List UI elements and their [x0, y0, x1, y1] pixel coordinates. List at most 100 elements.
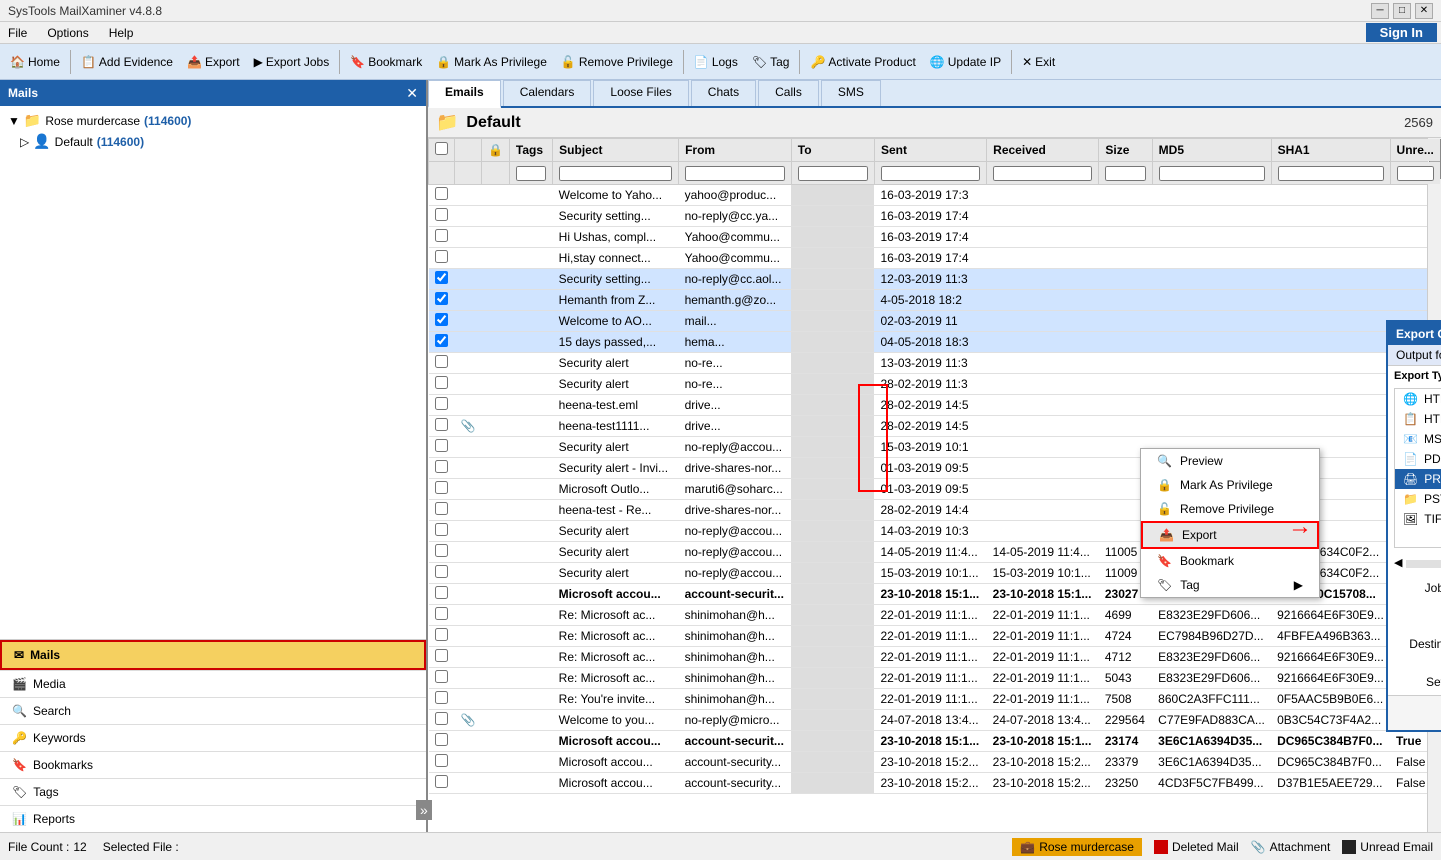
row-checkbox[interactable]	[435, 775, 448, 788]
filter-size[interactable]	[1105, 166, 1145, 181]
table-row[interactable]: Hemanth from Z... hemanth.g@zo... 4-05-2…	[429, 290, 1441, 311]
row-checkbox[interactable]	[435, 607, 448, 620]
export-type-html-reporter[interactable]: 📋 HTML Reporter	[1395, 409, 1441, 429]
row-checkbox[interactable]	[435, 208, 448, 221]
filter-sent[interactable]	[881, 166, 980, 181]
close-button[interactable]: ✕	[1415, 3, 1433, 19]
filter-unread[interactable]	[1397, 166, 1434, 181]
row-checkbox[interactable]	[435, 439, 448, 452]
row-check[interactable]	[429, 626, 455, 647]
table-row[interactable]: Microsoft accou... account-security... 2…	[429, 752, 1441, 773]
table-row[interactable]: Security alert no-re... 13-03-2019 11:3	[429, 353, 1441, 374]
sidebar-item-bookmarks[interactable]: 🔖 Bookmarks	[0, 751, 426, 778]
row-checkbox[interactable]	[435, 292, 448, 305]
header-md5[interactable]: MD5	[1152, 139, 1271, 162]
toolbar-activate[interactable]: 🔑Activate Product	[804, 52, 921, 72]
toolbar-remove-privilege[interactable]: 🔓Remove Privilege	[555, 52, 679, 72]
sidebar-item-media[interactable]: 🎬 Media	[0, 670, 426, 697]
header-from[interactable]: From	[679, 139, 792, 162]
tree-item-default[interactable]: ▷ 👤 Default (114600)	[0, 131, 426, 152]
row-checkbox[interactable]	[435, 670, 448, 683]
context-bookmark[interactable]: 🔖 Bookmark	[1141, 549, 1319, 573]
row-checkbox[interactable]	[435, 712, 448, 725]
table-row[interactable]: Microsoft accou... account-securit... 23…	[429, 731, 1441, 752]
row-checkbox[interactable]	[435, 628, 448, 641]
header-check[interactable]	[429, 139, 455, 162]
toolbar-tag[interactable]: 🏷Tag	[746, 52, 796, 72]
table-row[interactable]: Welcome to AO... mail... 02-03-2019 11	[429, 311, 1441, 332]
table-row[interactable]: Re: Microsoft ac... shinimohan@h... 22-0…	[429, 668, 1441, 689]
row-checkbox[interactable]	[435, 355, 448, 368]
export-type-pdf[interactable]: 📄 PDF	[1395, 449, 1441, 469]
toolbar-exit[interactable]: ✕Exit	[1016, 52, 1061, 72]
filter-tags[interactable]	[516, 166, 546, 181]
row-check[interactable]	[429, 500, 455, 521]
filter-md5[interactable]	[1159, 166, 1265, 181]
table-row[interactable]: Hi Ushas, compl... Yahoo@commu... 16-03-…	[429, 227, 1441, 248]
email-table-container[interactable]: 🔒 Tags Subject From To Sent Received Siz…	[428, 138, 1441, 832]
row-check[interactable]	[429, 479, 455, 500]
filter-received[interactable]	[993, 166, 1092, 181]
header-received[interactable]: Received	[987, 139, 1099, 162]
row-check[interactable]	[429, 773, 455, 794]
context-export[interactable]: 📤 Export	[1141, 521, 1319, 549]
sign-in-button[interactable]: Sign In	[1366, 23, 1437, 42]
row-check[interactable]	[429, 416, 455, 437]
filter-from[interactable]	[685, 166, 785, 181]
toolbar-update-ip[interactable]: 🌐Update IP	[924, 52, 1007, 72]
row-check[interactable]	[429, 290, 455, 311]
table-row[interactable]: Security alert no-re... 28-02-2019 11:3	[429, 374, 1441, 395]
toolbar-export-jobs[interactable]: ▶Export Jobs	[248, 52, 336, 72]
row-check[interactable]	[429, 710, 455, 731]
menu-file[interactable]: File	[4, 24, 31, 42]
sidebar-item-keywords[interactable]: 🔑 Keywords	[0, 724, 426, 751]
row-checkbox[interactable]	[435, 271, 448, 284]
row-check[interactable]	[429, 647, 455, 668]
header-sent[interactable]: Sent	[874, 139, 986, 162]
row-check[interactable]	[429, 248, 455, 269]
export-type-msg[interactable]: 📧 MSG	[1395, 429, 1441, 449]
table-row[interactable]: Re: You're invite... shinimohan@h... 22-…	[429, 689, 1441, 710]
row-checkbox[interactable]	[435, 733, 448, 746]
row-checkbox[interactable]	[435, 523, 448, 536]
export-type-pst[interactable]: 📁 PST	[1395, 489, 1441, 509]
select-all-checkbox[interactable]	[435, 142, 448, 155]
table-row[interactable]: 15 days passed,... hema... 04-05-2018 18…	[429, 332, 1441, 353]
sidebar-expand-btn[interactable]: »	[416, 800, 432, 820]
header-to[interactable]: To	[791, 139, 874, 162]
sidebar-close-button[interactable]: ✕	[406, 85, 418, 102]
table-row[interactable]: Security setting... no-reply@cc.ya... 16…	[429, 206, 1441, 227]
tab-sms[interactable]: SMS	[821, 80, 881, 106]
table-row[interactable]: Welcome to Yaho... yahoo@produc... 16-03…	[429, 185, 1441, 206]
sidebar-item-search[interactable]: 🔍 Search	[0, 697, 426, 724]
menu-help[interactable]: Help	[105, 24, 138, 42]
row-check[interactable]	[429, 668, 455, 689]
row-checkbox[interactable]	[435, 481, 448, 494]
export-types-list[interactable]: 🌐 HTML 📋 HTML Reporter 📧 MSG 📄 PDF	[1394, 388, 1441, 548]
tree-item-rose[interactable]: ▼ 📁 Rose murdercase (114600)	[0, 110, 426, 131]
context-remove-privilege[interactable]: 🔓 Remove Privilege	[1141, 497, 1319, 521]
row-check[interactable]	[429, 227, 455, 248]
table-row[interactable]: Security setting... no-reply@cc.aol... 1…	[429, 269, 1441, 290]
row-check[interactable]	[429, 584, 455, 605]
row-check[interactable]	[429, 542, 455, 563]
row-checkbox[interactable]	[435, 187, 448, 200]
table-row[interactable]: Re: Microsoft ac... shinimohan@h... 22-0…	[429, 647, 1441, 668]
table-row[interactable]: Re: Microsoft ac... shinimohan@h... 22-0…	[429, 626, 1441, 647]
row-checkbox[interactable]	[435, 334, 448, 347]
table-row[interactable]: Re: Microsoft ac... shinimohan@h... 22-0…	[429, 605, 1441, 626]
header-subject[interactable]: Subject	[553, 139, 679, 162]
toolbar-home[interactable]: 🏠Home	[4, 52, 66, 72]
row-check[interactable]	[429, 752, 455, 773]
table-row[interactable]: Microsoft accou... account-security... 2…	[429, 773, 1441, 794]
tab-calls[interactable]: Calls	[758, 80, 819, 106]
row-check[interactable]	[429, 689, 455, 710]
row-check[interactable]	[429, 395, 455, 416]
header-size[interactable]: Size	[1099, 139, 1152, 162]
toolbar-mark-privilege[interactable]: 🔒Mark As Privilege	[430, 52, 553, 72]
row-check[interactable]	[429, 563, 455, 584]
row-check[interactable]	[429, 332, 455, 353]
row-check[interactable]	[429, 206, 455, 227]
row-checkbox[interactable]	[435, 691, 448, 704]
context-preview[interactable]: 🔍 Preview	[1141, 449, 1319, 473]
